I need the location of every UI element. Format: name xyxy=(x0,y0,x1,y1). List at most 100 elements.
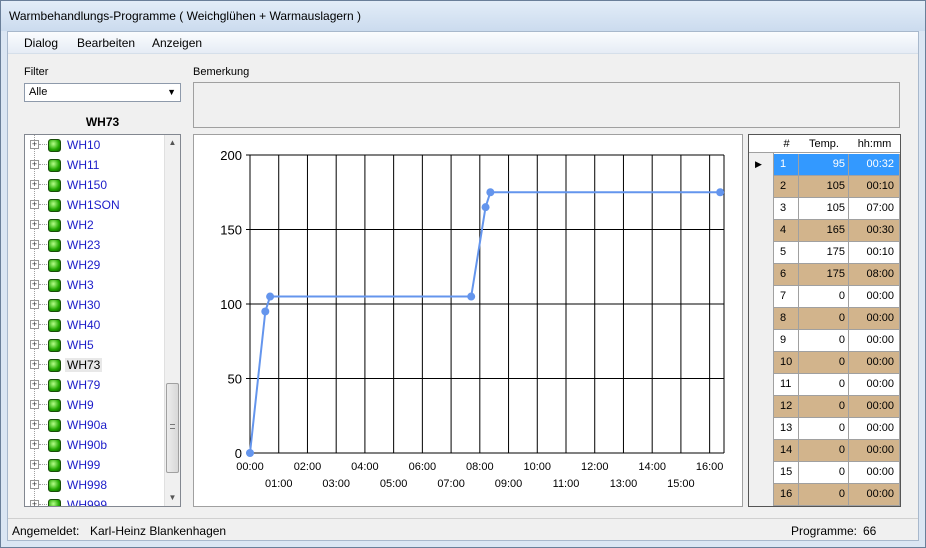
cell-temp[interactable]: 0 xyxy=(799,308,849,329)
scroll-down-icon[interactable]: ▼ xyxy=(165,490,180,506)
cell-temp[interactable]: 175 xyxy=(799,242,849,263)
cell-temp[interactable]: 0 xyxy=(799,418,849,439)
cell-temp[interactable]: 0 xyxy=(799,330,849,351)
tree-item[interactable]: + WH10 xyxy=(25,135,163,155)
tree-item[interactable]: + WH1SON xyxy=(25,195,163,215)
cell-time[interactable]: 00:00 xyxy=(849,440,900,461)
cell-time[interactable]: 00:32 xyxy=(849,154,900,175)
col-header-number[interactable]: # xyxy=(774,138,799,150)
table-row[interactable]: 10 0 00:00 xyxy=(774,352,900,374)
expand-icon[interactable]: + xyxy=(30,180,39,189)
tree-item[interactable]: + WH23 xyxy=(25,235,163,255)
cell-time[interactable]: 00:30 xyxy=(849,220,900,241)
cell-time[interactable]: 07:00 xyxy=(849,198,900,219)
expand-icon[interactable]: + xyxy=(30,280,39,289)
cell-temp[interactable]: 0 xyxy=(799,286,849,307)
cell-temp[interactable]: 175 xyxy=(799,264,849,285)
expand-icon[interactable]: + xyxy=(30,420,39,429)
expand-icon[interactable]: + xyxy=(30,200,39,209)
cell-time[interactable]: 00:00 xyxy=(849,484,900,505)
table-row[interactable]: 9 0 00:00 xyxy=(774,330,900,352)
cell-temp[interactable]: 95 xyxy=(799,154,849,175)
cell-time[interactable]: 00:00 xyxy=(849,352,900,373)
cell-time[interactable]: 00:00 xyxy=(849,374,900,395)
expand-icon[interactable]: + xyxy=(30,400,39,409)
cell-time[interactable]: 00:10 xyxy=(849,242,900,263)
tree-item[interactable]: + WH150 xyxy=(25,175,163,195)
expand-icon[interactable]: + xyxy=(30,360,39,369)
table-row[interactable]: 1 95 00:32 xyxy=(774,154,900,176)
tree-item[interactable]: + WH9 xyxy=(25,395,163,415)
cell-temp[interactable]: 0 xyxy=(799,374,849,395)
tree-item[interactable]: + WH29 xyxy=(25,255,163,275)
cell-time[interactable]: 00:00 xyxy=(849,286,900,307)
cell-number[interactable]: 8 xyxy=(774,308,799,329)
expand-icon[interactable]: + xyxy=(30,140,39,149)
tree-item[interactable]: + WH30 xyxy=(25,295,163,315)
tree-item[interactable]: + WH90b xyxy=(25,435,163,455)
cell-time[interactable]: 00:00 xyxy=(849,330,900,351)
expand-icon[interactable]: + xyxy=(30,220,39,229)
tree-scrollbar[interactable]: ▲ ▼ xyxy=(164,135,180,506)
cell-number[interactable]: 10 xyxy=(774,352,799,373)
expand-icon[interactable]: + xyxy=(30,320,39,329)
table-row[interactable]: 15 0 00:00 xyxy=(774,462,900,484)
expand-icon[interactable]: + xyxy=(30,260,39,269)
cell-temp[interactable]: 105 xyxy=(799,198,849,219)
cell-temp[interactable]: 0 xyxy=(799,396,849,417)
expand-icon[interactable]: + xyxy=(30,160,39,169)
menu-anzeigen[interactable]: Anzeigen xyxy=(152,36,202,50)
table-row[interactable]: 12 0 00:00 xyxy=(774,396,900,418)
cell-number[interactable]: 11 xyxy=(774,374,799,395)
table-row[interactable]: 7 0 00:00 xyxy=(774,286,900,308)
table-row[interactable]: 3 105 07:00 xyxy=(774,198,900,220)
expand-icon[interactable]: + xyxy=(30,300,39,309)
table-row[interactable]: 11 0 00:00 xyxy=(774,374,900,396)
cell-number[interactable]: 16 xyxy=(774,484,799,505)
tree-item[interactable]: + WH11 xyxy=(25,155,163,175)
cell-number[interactable]: 7 xyxy=(774,286,799,307)
table-row[interactable]: 6 175 08:00 xyxy=(774,264,900,286)
tree-item[interactable]: + WH90a xyxy=(25,415,163,435)
table-row[interactable]: 13 0 00:00 xyxy=(774,418,900,440)
expand-icon[interactable]: + xyxy=(30,440,39,449)
table-row[interactable]: 14 0 00:00 xyxy=(774,440,900,462)
expand-icon[interactable]: + xyxy=(30,460,39,469)
program-steps-table[interactable]: # Temp. hh:mm 1 95 00:32 2 105 00:10 3 105 07:00… xyxy=(748,134,901,507)
table-row[interactable]: 8 0 00:00 xyxy=(774,308,900,330)
table-row[interactable]: 16 0 00:00 xyxy=(774,484,900,506)
cell-time[interactable]: 00:00 xyxy=(849,308,900,329)
tree-item[interactable]: + WH79 xyxy=(25,375,163,395)
cell-time[interactable]: 08:00 xyxy=(849,264,900,285)
tree-item[interactable]: + WH999 xyxy=(25,495,163,506)
cell-temp[interactable]: 0 xyxy=(799,440,849,461)
expand-icon[interactable]: + xyxy=(30,500,39,506)
cell-temp[interactable]: 105 xyxy=(799,176,849,197)
tree-item[interactable]: + WH40 xyxy=(25,315,163,335)
menu-dialog[interactable]: Dialog xyxy=(24,36,58,50)
title-bar[interactable]: Warmbehandlungs-Programme ( Weichglühen … xyxy=(1,1,925,31)
cell-number[interactable]: 9 xyxy=(774,330,799,351)
program-tree[interactable]: + WH10 + WH11 + WH150 + WH1SON + WH2 + WH23 + WH29 + WH… xyxy=(24,134,181,507)
cell-temp[interactable]: 165 xyxy=(799,220,849,241)
cell-time[interactable]: 00:10 xyxy=(849,176,900,197)
cell-number[interactable]: 14 xyxy=(774,440,799,461)
col-header-time[interactable]: hh:mm xyxy=(849,138,900,150)
cell-number[interactable]: 5 xyxy=(774,242,799,263)
expand-icon[interactable]: + xyxy=(30,340,39,349)
expand-icon[interactable]: + xyxy=(30,480,39,489)
cell-number[interactable]: 12 xyxy=(774,396,799,417)
cell-number[interactable]: 6 xyxy=(774,264,799,285)
cell-number[interactable]: 13 xyxy=(774,418,799,439)
cell-number[interactable]: 15 xyxy=(774,462,799,483)
cell-time[interactable]: 00:00 xyxy=(849,462,900,483)
scroll-thumb[interactable] xyxy=(166,383,179,473)
remark-field[interactable] xyxy=(193,82,900,128)
cell-temp[interactable]: 0 xyxy=(799,462,849,483)
col-header-temp[interactable]: Temp. xyxy=(799,138,849,150)
scroll-up-icon[interactable]: ▲ xyxy=(165,135,180,151)
cell-temp[interactable]: 0 xyxy=(799,484,849,505)
expand-icon[interactable]: + xyxy=(30,380,39,389)
cell-number[interactable]: 1 xyxy=(774,154,799,175)
expand-icon[interactable]: + xyxy=(30,240,39,249)
